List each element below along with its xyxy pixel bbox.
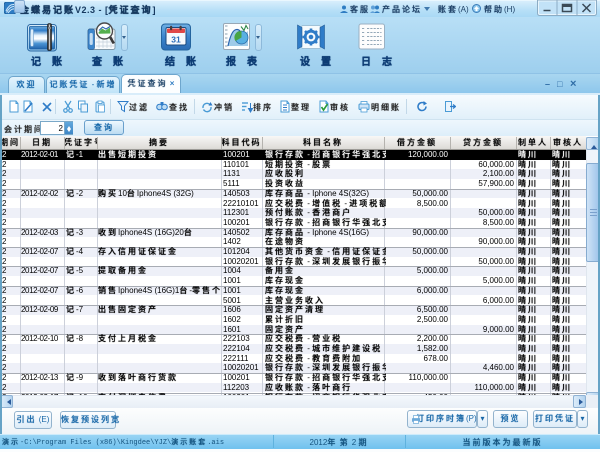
- svg-text:31: 31: [171, 35, 181, 45]
